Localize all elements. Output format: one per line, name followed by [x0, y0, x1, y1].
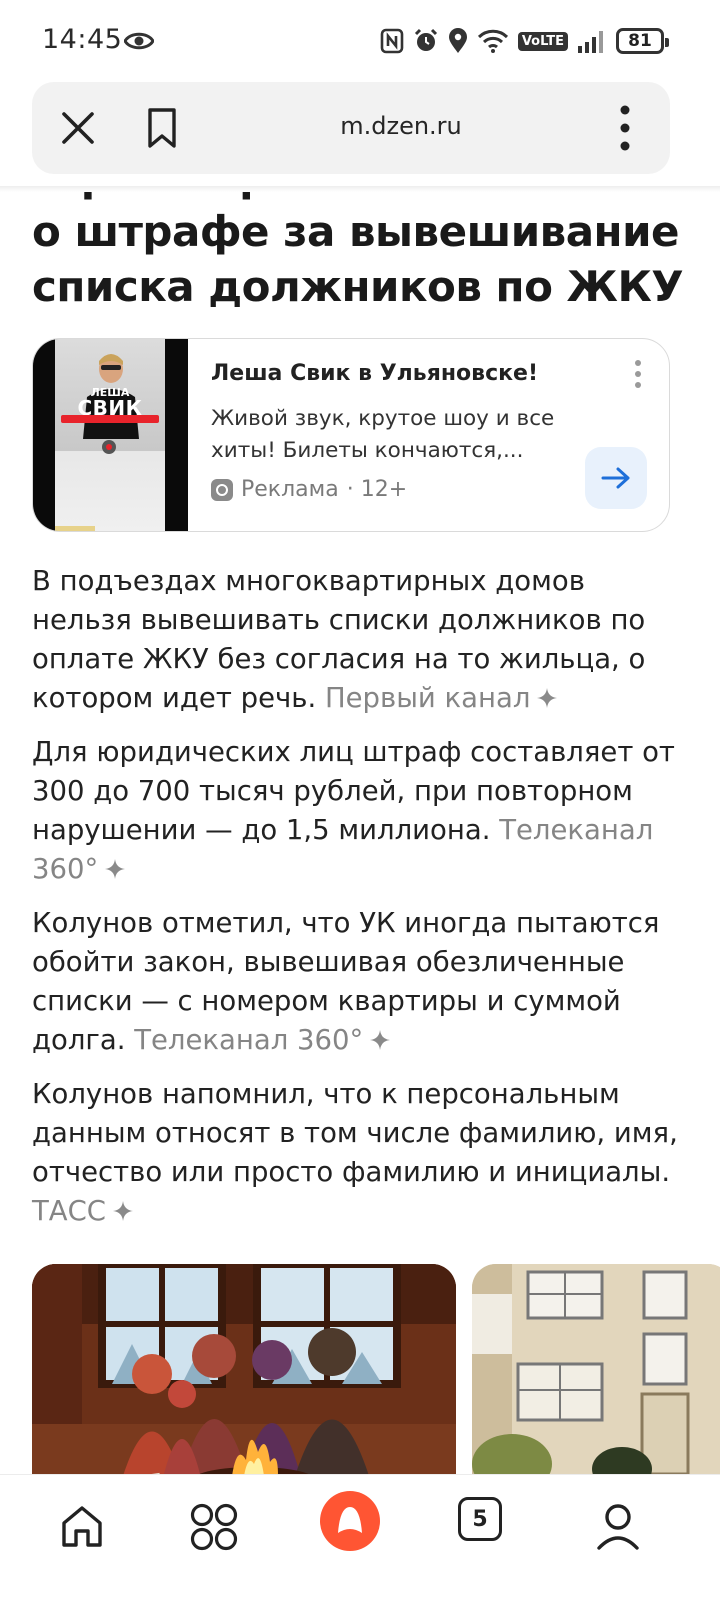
ad-label-icon [211, 478, 233, 501]
status-bar: 14:45 VoLTE 81 [0, 0, 720, 82]
ad-age-rating: · 12+ [346, 477, 408, 502]
sparkle-icon [370, 1030, 391, 1050]
more-menu-icon[interactable] [610, 104, 640, 152]
alarm-icon [414, 28, 437, 51]
battery-level: 81 [628, 31, 652, 51]
bottom-navigation: 5 [0, 1474, 720, 1610]
sparkle-icon [105, 859, 126, 879]
article-title: Юристы рассказали о штрафе за вывешивани… [32, 192, 692, 314]
arrow-right-icon [601, 467, 630, 489]
battery-indicator: 81 [616, 28, 669, 54]
title-line: о штрафе за вывешивание [32, 207, 680, 256]
ad-label: Реклама [241, 477, 339, 502]
status-time: 14:45 [42, 24, 123, 55]
paragraph: Колунов напомнил, что к персональным дан… [32, 1075, 682, 1231]
paragraph-text: Колунов напомнил, что к персональным дан… [32, 1078, 678, 1188]
url-bar[interactable]: m.dzen.ru [232, 112, 570, 140]
family-fire-illustration [32, 1264, 456, 1478]
eye-icon [124, 32, 154, 50]
image-gallery [32, 1264, 720, 1478]
article-title-area: Юристы рассказали о штрафе за вывешивани… [0, 192, 720, 314]
bookmark-icon[interactable] [142, 106, 182, 150]
source-link[interactable]: ТАСС [32, 1195, 106, 1227]
location-icon [448, 28, 467, 53]
nav-alice[interactable] [318, 1489, 382, 1553]
ad-poster-strip [61, 415, 159, 423]
ad-title[interactable]: Леша Свик в Ульяновске! [211, 361, 538, 386]
title-line: Юристы рассказали [32, 192, 513, 201]
paragraph: Для юридических лиц штраф составляет от … [32, 733, 682, 889]
wifi-icon [477, 29, 508, 53]
sparkle-icon [537, 688, 558, 708]
source-link[interactable]: Телеканал 360° [134, 1024, 363, 1056]
sparkle-icon [113, 1201, 134, 1221]
nav-services[interactable] [184, 1497, 244, 1557]
gallery-image-family-fire[interactable] [32, 1264, 456, 1478]
profile-icon [597, 1504, 639, 1550]
paragraph: В подъездах многоквартирных домов нельзя… [32, 562, 682, 718]
nav-profile[interactable] [588, 1497, 648, 1557]
article-body: В подъездах многоквартирных домов нельзя… [32, 562, 682, 1246]
tabs-count: 5 [472, 1506, 488, 1532]
gallery-image-building[interactable] [472, 1264, 720, 1478]
home-icon [62, 1506, 102, 1547]
alice-icon [320, 1491, 380, 1551]
ad-meta: Реклама · 12+ [211, 477, 407, 502]
ad-description: Живой звук, крутое шоу и все хиты! Билет… [211, 406, 555, 463]
ad-poster-logo [102, 440, 116, 454]
tabs-icon: 5 [458, 1497, 502, 1541]
status-icons: VoLTE 81 [380, 26, 669, 56]
browser-toolbar: m.dzen.ru [32, 82, 670, 174]
paragraph: Колунов отметил, что УК иногда пытаются … [32, 904, 682, 1060]
source-link[interactable]: Первый канал [325, 682, 530, 714]
services-grid-icon [190, 1503, 238, 1551]
volte-badge: VoLTE [517, 31, 568, 51]
close-icon[interactable] [58, 108, 98, 148]
title-line: списка должников по ЖКУ [32, 262, 684, 311]
ad-poster-progress [55, 526, 95, 531]
nav-home[interactable] [52, 1497, 112, 1557]
ad-poster-text: ЛЕША СВИК [55, 387, 165, 418]
ad-card[interactable]: ЛЕША СВИК Леша Свик в Ульяновске! Живой … [32, 338, 670, 532]
ad-more-icon[interactable] [633, 359, 643, 389]
nfc-icon [380, 28, 404, 54]
signal-icon [578, 31, 603, 53]
building-photo [472, 1264, 720, 1478]
nav-tabs[interactable]: 5 [458, 1497, 518, 1557]
ad-poster: ЛЕША СВИК [55, 339, 165, 531]
ad-open-button[interactable] [585, 447, 647, 509]
ad-image: ЛЕША СВИК [33, 339, 188, 531]
